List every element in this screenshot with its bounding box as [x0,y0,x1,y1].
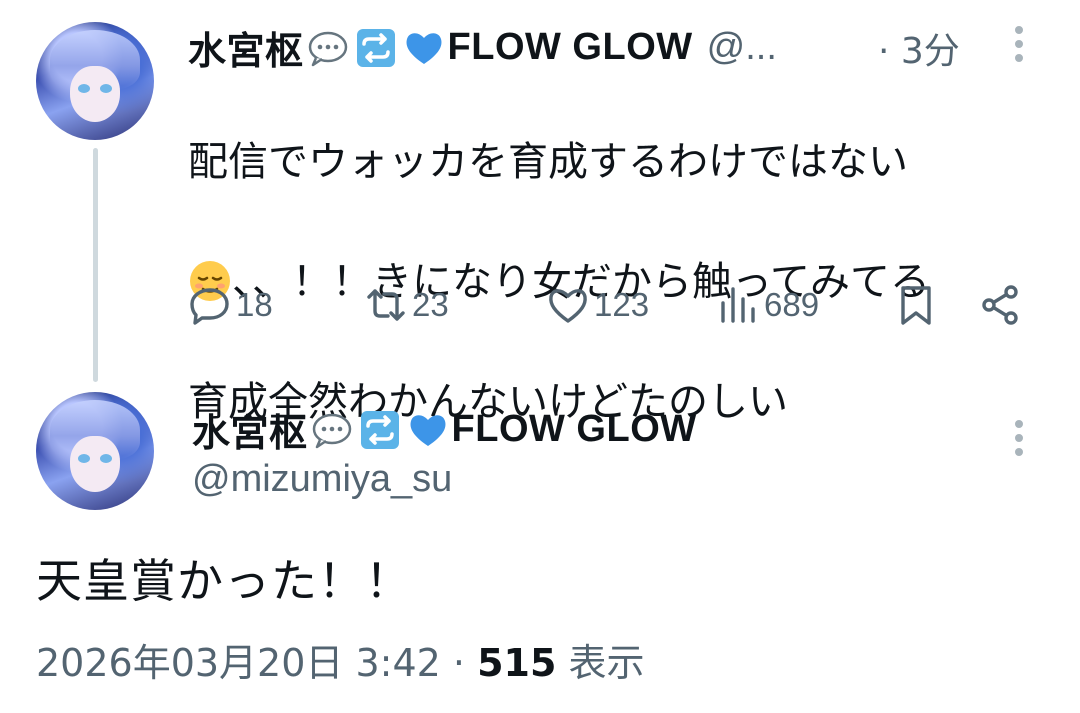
name-suffix: FLOW GLOW [451,408,697,450]
speech-bubble-icon [309,407,355,453]
thread-connector-line [93,148,98,382]
reply-icon [190,288,229,325]
avatar[interactable] [36,22,154,140]
like-button[interactable]: 123 [546,280,649,330]
display-name: 水宮枢 [188,31,304,73]
tweet-meta: 2026年03月20日 3:42 · 515 表示 [36,632,645,687]
views-icon [721,287,755,323]
repeat-emoji-icon [357,407,403,453]
tweet-action-bar: 18 23 123 689 [188,280,1030,330]
reply-button[interactable]: 18 [188,280,273,330]
tweet-timestamp[interactable]: · 3分 [878,22,960,74]
more-options-icon[interactable] [1013,420,1025,460]
more-options-icon[interactable] [1013,26,1025,66]
views-button[interactable]: 689 [716,280,819,330]
meta-separator: · [440,641,478,685]
view-count: 515 [477,641,557,685]
share-button[interactable] [978,280,1022,330]
bookmark-button[interactable] [894,280,938,330]
bookmark-icon [901,286,931,325]
like-count: 123 [594,286,650,323]
like-icon [549,289,587,323]
name-suffix: FLOW GLOW [447,26,693,68]
views-label: 表示 [556,641,645,685]
avatar[interactable] [36,392,154,510]
main-author-row[interactable]: 水宮枢 FLOW GLOW [192,402,697,457]
speech-bubble-icon [305,25,351,71]
display-name: 水宮枢 [192,413,308,455]
tweet-date[interactable]: 2026年03月20日 3:42 [36,641,441,685]
main-tweet-text: 天皇賞かった！！ [36,554,412,608]
repeat-emoji-icon [353,25,399,71]
views-count: 689 [764,286,820,323]
blue-heart-icon [405,407,451,453]
blue-heart-icon [401,25,447,71]
share-icon [982,285,1018,325]
author-handle[interactable]: @... [707,26,777,69]
reply-count: 18 [236,286,273,323]
reply-author-row[interactable]: 水宮枢 FLOW GLOW @... [188,20,777,75]
text-line-1: 配信でウォッカを育成するわけではない [188,139,908,185]
retweet-icon [367,289,405,321]
retweet-button[interactable]: 23 [364,280,449,330]
author-handle[interactable]: @mizumiya_su [192,458,452,501]
retweet-count: 23 [412,286,449,323]
